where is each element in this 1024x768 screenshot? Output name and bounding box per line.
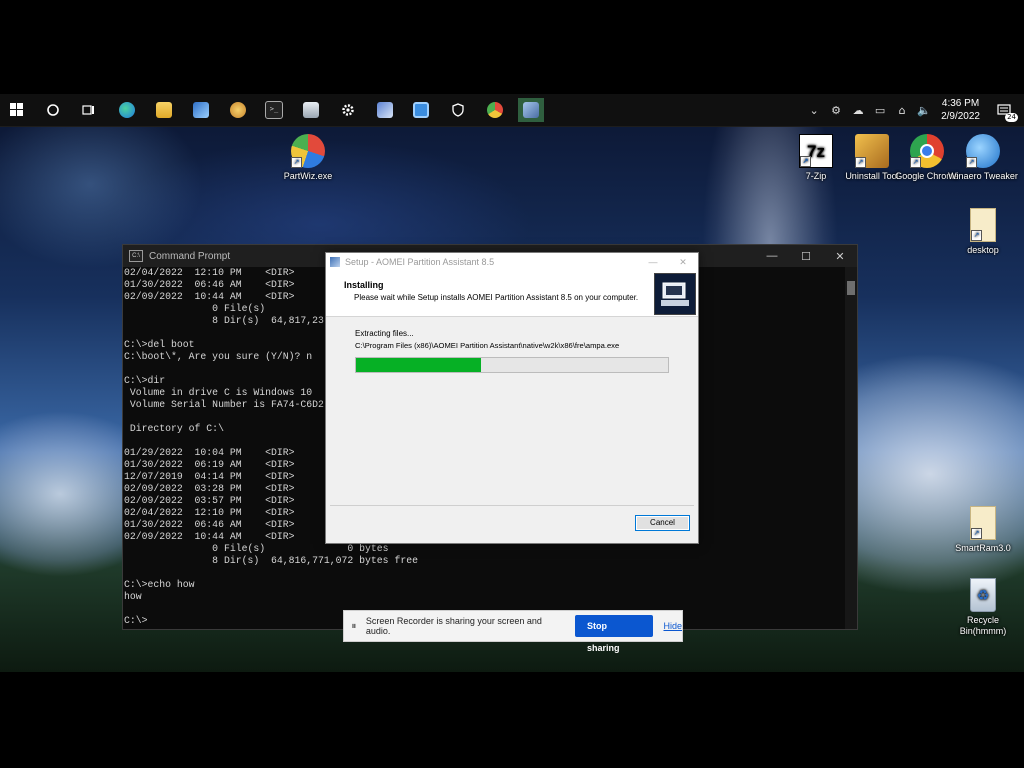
cmd-line: 8 Dir(s) 64,816,771,072 bytes free <box>124 555 418 566</box>
file-path-text: C:\Program Files (x86)\AOMEI Partition A… <box>355 341 620 350</box>
desktop-icon-partwiz[interactable]: ↗ PartWiz.exe <box>270 134 346 182</box>
paint-icon[interactable] <box>225 98 251 122</box>
cloud-icon[interactable]: ☁ <box>849 101 867 119</box>
status-text: Extracting files... <box>355 329 414 338</box>
uninstall-tool-icon: ↗ <box>855 134 889 168</box>
drag-handle-icon[interactable]: ⏸ <box>346 621 362 632</box>
cmd-line: 0 File(s) 0 bytes <box>124 543 389 554</box>
computer-setup-icon <box>654 273 696 315</box>
partwiz-taskbar-icon[interactable] <box>482 98 508 122</box>
volume-icon[interactable]: 🔈 <box>915 101 933 119</box>
printer-icon[interactable] <box>298 98 324 122</box>
file-icon: ↗ <box>970 208 996 242</box>
scrollbar-thumb[interactable] <box>847 281 855 295</box>
battery-icon[interactable]: ▭ <box>871 101 889 119</box>
setup-title-bar[interactable]: Setup - AOMEI Partition Assistant 8.5 — … <box>326 253 698 271</box>
file-icon: ↗ <box>970 506 996 540</box>
command-prompt-icon[interactable]: >_ <box>261 98 287 122</box>
setup-dialog[interactable]: Setup - AOMEI Partition Assistant 8.5 — … <box>325 252 699 544</box>
desktop-icon-smartram[interactable]: ↗ SmartRam3.0 <box>945 506 1021 554</box>
file-explorer-icon[interactable] <box>151 98 177 122</box>
setup-installer-icon[interactable] <box>372 98 398 122</box>
cmd-line: C:\>echo how <box>124 579 195 590</box>
desktop-icon-recycle-bin[interactable]: ♻ Recycle Bin(hmmm) <box>945 578 1021 637</box>
setup-header: Installing Please wait while Setup insta… <box>326 271 698 317</box>
windows-start-icon[interactable] <box>4 98 30 122</box>
screen-recorder-icon[interactable] <box>408 98 434 122</box>
maximize-button[interactable]: ☐ <box>789 250 823 263</box>
desktop-icon-label: PartWiz.exe <box>283 171 333 181</box>
setup-window-title: Setup - AOMEI Partition Assistant 8.5 <box>345 257 495 267</box>
network-icon[interactable]: ⌂ <box>893 101 911 119</box>
7zip-icon: 7z ↗ <box>799 134 833 168</box>
stop-sharing-button[interactable]: Stop sharing <box>575 615 654 653</box>
task-view-icon[interactable] <box>76 98 102 122</box>
screen-sharing-bar: ⏸ Screen Recorder is sharing your screen… <box>343 610 683 653</box>
recycle-bin-icon: ♻ <box>970 578 996 612</box>
close-button[interactable]: ✕ <box>823 250 857 263</box>
notification-center-icon[interactable]: 24 <box>992 101 1018 122</box>
settings-gear-icon[interactable] <box>335 98 361 122</box>
desktop: >_ ⌄ ⚙ ☁ ▭ ⌂ 🔈 4:36 PM 2/9/2022 24 ↗ Par… <box>0 94 1024 672</box>
setup-close-button[interactable]: ✕ <box>668 257 698 268</box>
sharing-message: Screen Recorder is sharing your screen a… <box>365 616 542 636</box>
desktop-icon-label: desktop <box>967 245 999 255</box>
cancel-button[interactable]: Cancel <box>635 515 690 531</box>
cmd-scrollbar[interactable] <box>845 267 857 629</box>
defender-shield-icon[interactable] <box>445 98 471 122</box>
taskbar: >_ ⌄ ⚙ ☁ ▭ ⌂ 🔈 4:36 PM 2/9/2022 24 <box>0 94 1024 127</box>
clock-time: 4:36 PM <box>941 98 980 109</box>
security-tray-icon[interactable]: ⚙ <box>827 101 845 119</box>
cmd-line <box>124 567 845 579</box>
setup-subheading: Please wait while Setup installs AOMEI P… <box>354 293 639 302</box>
clock-date: 2/9/2022 <box>941 111 980 122</box>
progress-bar <box>355 357 669 373</box>
setup-window-icon <box>330 257 340 267</box>
photos-icon[interactable] <box>188 98 214 122</box>
partwiz-icon: ↗ <box>291 134 325 168</box>
progress-fill <box>356 358 481 372</box>
desktop-icon-winaero[interactable]: ↗ Winaero Tweaker <box>945 134 1021 182</box>
desktop-icon-label: Recycle Bin(hmmm) <box>959 615 1007 636</box>
cmd-line: how <box>124 591 142 602</box>
hide-link[interactable]: Hide <box>663 621 682 631</box>
desktop-icon-desktop[interactable]: ↗ desktop <box>945 208 1021 256</box>
divider <box>330 505 694 506</box>
minimize-button[interactable]: — <box>755 250 789 262</box>
desktop-icon-label: Winaero Tweaker <box>948 171 1018 181</box>
setup-heading: Installing <box>344 280 384 290</box>
system-tray: ⌄ ⚙ ☁ ▭ ⌂ 🔈 4:36 PM 2/9/2022 24 <box>803 94 1024 126</box>
chrome-icon: ↗ <box>910 134 944 168</box>
desktop-icon-label: SmartRam3.0 <box>955 543 1011 553</box>
cmd-window-icon: C:\ <box>129 250 143 262</box>
search-icon[interactable] <box>40 98 66 122</box>
chevron-up-icon[interactable]: ⌄ <box>805 101 823 119</box>
winaero-icon: ↗ <box>966 134 1000 168</box>
clock[interactable]: 4:36 PM 2/9/2022 <box>941 97 980 123</box>
setup-minimize-button[interactable]: — <box>638 257 668 267</box>
notification-badge: 24 <box>1005 113 1018 122</box>
aomei-taskbar-icon[interactable] <box>518 98 544 122</box>
edge-icon[interactable] <box>114 98 140 122</box>
